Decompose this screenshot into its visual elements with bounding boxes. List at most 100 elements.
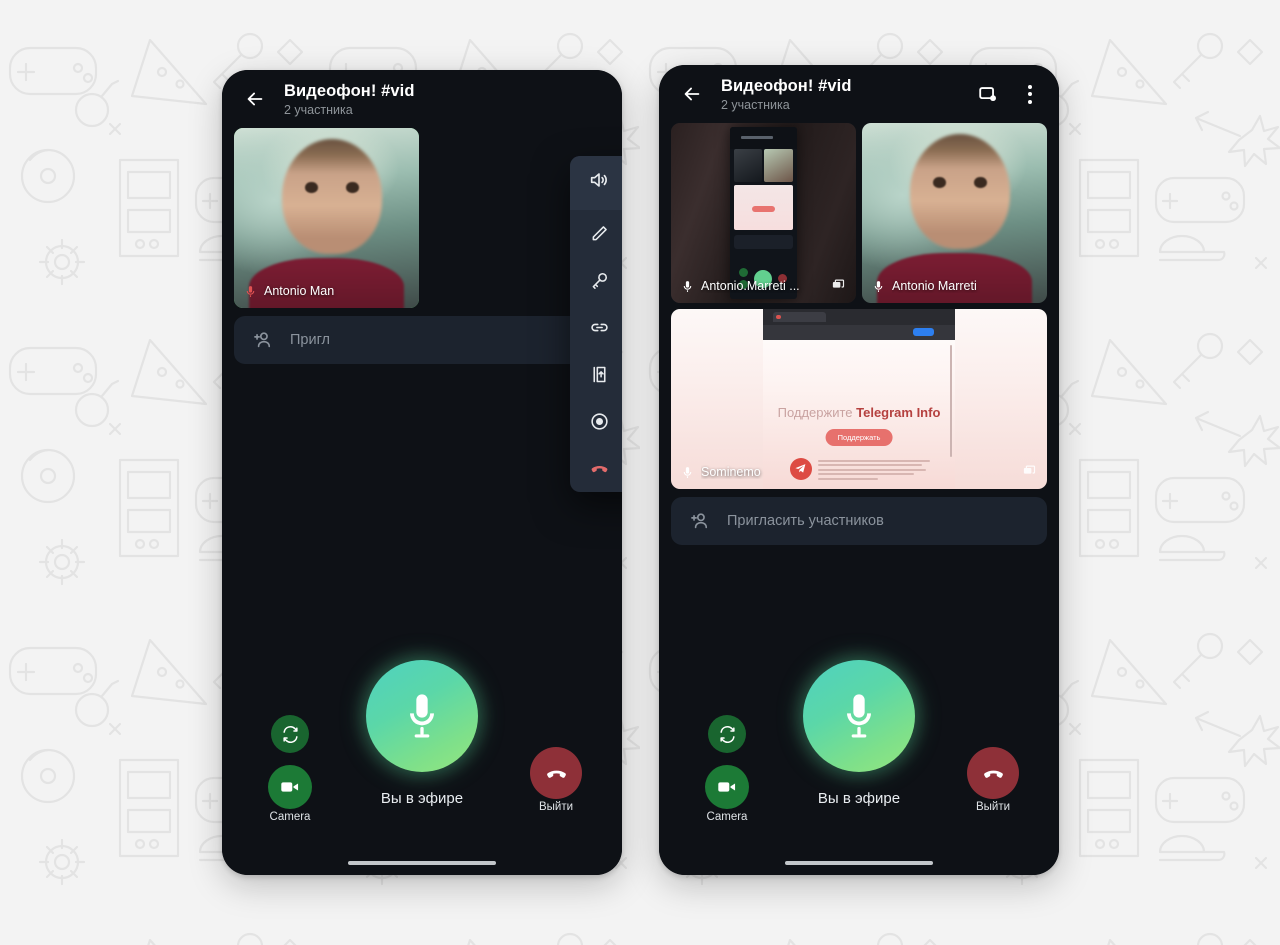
menu-item-permissions[interactable]: Изменить разрешения xyxy=(570,257,622,304)
headline-prefix: Поддержите xyxy=(777,405,857,421)
hangup-icon xyxy=(588,458,610,479)
tile-participant-name: Antonio Marreti xyxy=(892,279,977,293)
screenshot-root: Видеофон! #vid 2 участника Antonio Man П… xyxy=(0,0,1280,945)
face-detail xyxy=(304,182,360,193)
tile-participant-name: Antonio Man xyxy=(264,284,335,298)
page-title: Видеофон! #vid xyxy=(284,81,415,100)
page-title: Видеофон! #vid xyxy=(721,76,852,95)
screen-share-button[interactable] xyxy=(973,79,1003,109)
shared-page-cta-button: Поддержать xyxy=(825,429,893,447)
switch-camera-button[interactable] xyxy=(708,715,746,753)
microphone-icon xyxy=(847,694,871,738)
home-indicator xyxy=(785,861,933,865)
mic-glow xyxy=(362,656,482,776)
arrow-left-icon xyxy=(247,92,263,106)
right-controls: Camera Вы в эфире Выйти xyxy=(659,645,1059,875)
browser-tabbar xyxy=(763,309,955,326)
switch-camera-icon xyxy=(282,725,298,743)
right-side-controls: Camera xyxy=(705,715,749,823)
tile-label: Antonio Man xyxy=(234,274,419,308)
speaker-icon-wrap xyxy=(588,169,610,196)
leave-label: Выйти xyxy=(538,801,574,813)
speaker-icon xyxy=(590,173,607,187)
menu-item-record-audio[interactable]: Записать аудио xyxy=(570,398,622,445)
video-tile[interactable]: Antonio.Marreti ... xyxy=(671,123,856,303)
left-tiles-grid: Antonio Man xyxy=(234,128,610,308)
right-header-titles: Видеофон! #vid 2 участника xyxy=(721,77,973,112)
invite-participants-button[interactable]: Пригл xyxy=(234,316,610,364)
headline-brand: Telegram Info xyxy=(856,405,941,421)
browser-tab xyxy=(772,311,827,323)
add-person-icon xyxy=(691,513,708,529)
left-app-header: Видеофон! #vid 2 участника xyxy=(222,70,622,128)
leave-label: Выйти xyxy=(975,801,1011,813)
record-icon xyxy=(588,411,610,432)
pencil-icon xyxy=(588,223,610,244)
home-indicator xyxy=(348,861,496,865)
shared-page-headline: Поддержите Telegram Info xyxy=(763,405,955,420)
arrow-left-icon xyxy=(684,87,700,101)
tile-label: Antonio Marreti xyxy=(862,269,1047,303)
mic-button[interactable] xyxy=(366,660,478,772)
more-options-button[interactable] xyxy=(1015,79,1045,109)
cta-label: Поддержать xyxy=(837,433,881,443)
left-controls: Camera Вы в эфире Выйти xyxy=(222,645,622,875)
microphone-icon xyxy=(683,280,692,292)
back-button[interactable] xyxy=(673,75,711,113)
tile-participant-name: Antonio.Marreti ... xyxy=(701,279,800,293)
mic-button[interactable] xyxy=(803,660,915,772)
back-button[interactable] xyxy=(236,80,274,118)
left-side-controls: Camera xyxy=(268,715,312,823)
menu-item-rename-chat[interactable]: Изменить название чата xyxy=(570,210,622,257)
microphone-icon xyxy=(683,466,692,478)
invite-label: Пригл xyxy=(290,332,331,348)
right-tiles-grid: Antonio.Marreti ... Antonio Marreti Подд… xyxy=(671,123,1047,489)
camera-toggle-button[interactable] xyxy=(705,765,749,809)
video-tile[interactable]: Antonio Man xyxy=(234,128,419,308)
camera-label: Camera xyxy=(706,811,748,823)
right-content: Antonio.Marreti ... Antonio Marreti Подд… xyxy=(659,123,1059,645)
left-leave-area: Выйти xyxy=(530,747,582,813)
left-header-titles: Видеофон! #vid 2 участника xyxy=(284,82,608,117)
video-camera-icon xyxy=(718,782,736,792)
leave-call-button[interactable] xyxy=(530,747,582,799)
microphone-icon xyxy=(874,280,883,292)
invite-participants-button[interactable]: Пригласить участников xyxy=(671,497,1047,545)
doodle-wallpaper xyxy=(0,0,1280,945)
microphone-icon xyxy=(410,694,434,738)
menu-item-end-voice-chat[interactable]: Завершить голосовой чат xyxy=(570,445,622,492)
participants-count: 2 участника xyxy=(721,97,790,112)
phone-right: Видеофон! #vid 2 участника Antonio.Marre… xyxy=(659,65,1059,875)
screen-share-indicator-icon xyxy=(831,277,846,295)
video-tile[interactable]: Antonio Marreti xyxy=(862,123,1047,303)
participants-count: 2 участника xyxy=(284,102,353,117)
camera-label: Camera xyxy=(269,811,311,823)
options-context-menu: Audio Динамик Изменить название чата xyxy=(570,156,622,492)
switch-camera-icon xyxy=(719,725,735,743)
mic-glow xyxy=(799,656,919,776)
link-icon xyxy=(588,317,610,338)
switch-camera-button[interactable] xyxy=(271,715,309,753)
phone-left: Видеофон! #vid 2 участника Antonio Man П… xyxy=(222,70,622,875)
header-actions xyxy=(973,79,1045,109)
leave-call-button[interactable] xyxy=(967,747,1019,799)
mic-status-label: Вы в эфире xyxy=(380,790,464,807)
camera-toggle-button[interactable] xyxy=(268,765,312,809)
add-person-icon xyxy=(254,332,271,348)
menu-item-invite-link[interactable]: Пригласить по ссылке xyxy=(570,304,622,351)
tile-participant-name: Sominemo xyxy=(701,465,761,479)
video-tile-screenshare[interactable]: Поддержите Telegram Info Поддержать Somi… xyxy=(671,309,1047,489)
face-detail xyxy=(932,177,988,188)
right-mic-area: Вы в эфире xyxy=(799,656,919,807)
audio-output-row[interactable]: Audio Динамик xyxy=(570,156,622,210)
screen-share-icon xyxy=(979,87,996,102)
menu-item-share-screen[interactable]: Share screen xyxy=(570,351,622,398)
microphone-muted-icon xyxy=(246,285,255,297)
more-vertical-icon xyxy=(1028,84,1032,104)
invite-label: Пригласить участников xyxy=(727,513,884,529)
browser-scrollbar[interactable] xyxy=(950,345,953,457)
hangup-icon xyxy=(983,770,1003,778)
left-content: Antonio Man Пригл xyxy=(222,128,622,645)
screen-share-indicator-icon xyxy=(1022,463,1037,481)
video-camera-icon xyxy=(281,782,299,792)
